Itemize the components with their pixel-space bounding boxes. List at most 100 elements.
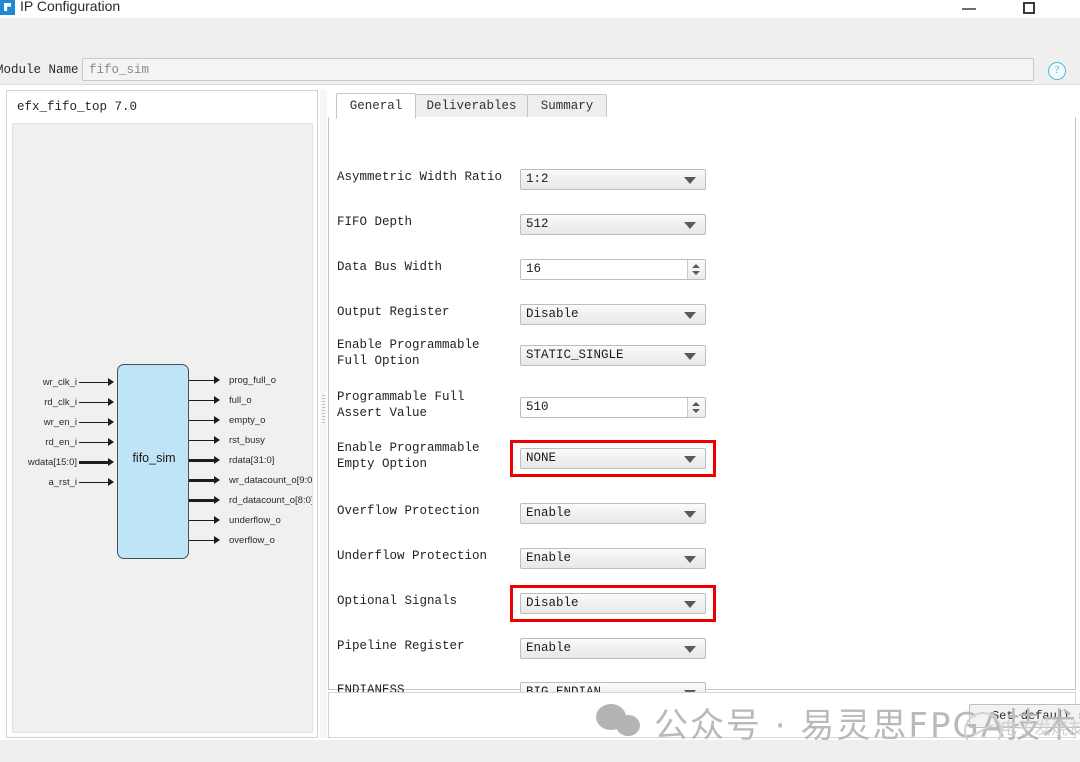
help-icon[interactable]: ? (1048, 62, 1066, 80)
input-port-label: wr_clk_i (42, 377, 77, 388)
field-label: Optional Signals (337, 594, 458, 608)
chevron-down-icon[interactable] (684, 177, 696, 184)
fifo-block-label: fifo_sim (132, 451, 176, 465)
output-port-label: prog_full_o (229, 375, 277, 386)
form-row: Programmable Full Assert Value 510 (329, 390, 1077, 421)
chevron-down-icon[interactable] (684, 556, 696, 563)
dropdown-field[interactable]: 512 (520, 214, 706, 235)
fifo-block-shape: fifo_sim (117, 364, 189, 559)
tab-summary[interactable]: Summary (527, 94, 607, 118)
field-value: Enable (526, 641, 572, 655)
chevron-down-icon[interactable] (684, 312, 696, 319)
field-value: 1:2 (526, 172, 549, 186)
output-port: prog_full_o (189, 374, 312, 388)
field-label: Enable Programmable Full Option (337, 338, 480, 368)
tab-strip: General Deliverables Summary (328, 90, 1076, 119)
output-port-label: overflow_o (229, 535, 275, 546)
output-port: full_o (189, 394, 312, 408)
field-label: Data Bus Width (337, 260, 443, 274)
output-port-label: wr_datacount_o[9:0] (229, 475, 313, 486)
dropdown-field[interactable]: NONE (520, 448, 706, 469)
field-value: 510 (526, 400, 549, 414)
output-port-label: full_o (229, 395, 252, 406)
block-diagram: fifo_sim wr_clk_i rd_clk_i wr_en_i rd_en_iw… (12, 123, 313, 733)
chevron-down-icon[interactable] (684, 601, 696, 608)
input-port-label: wr_en_i (43, 417, 77, 428)
chevron-down-icon[interactable] (684, 456, 696, 463)
output-port: empty_o (189, 414, 312, 428)
set-default-settings-button[interactable]: Set default settings (969, 704, 1080, 728)
form-row: Enable Programmable Empty Option NONE (329, 440, 1077, 477)
field-value: NONE (526, 451, 557, 465)
dropdown-field[interactable]: Disable (520, 304, 706, 325)
input-port-label: rd_en_i (45, 437, 77, 448)
spinner-field[interactable]: 16 (520, 259, 706, 280)
ip-preview-panel: efx_fifo_top 7.0 fifo_sim wr_clk_i rd_clk… (6, 90, 318, 738)
output-port-label: rst_busy (229, 435, 265, 446)
dropdown-field[interactable]: Enable (520, 548, 706, 569)
output-port-label: rd_datacount_o[8:0] (229, 495, 313, 506)
module-name-label: Module Name (0, 63, 79, 77)
output-port: overflow_o (189, 534, 312, 548)
chevron-down-icon[interactable] (684, 353, 696, 360)
field-value: STATIC_SINGLE (526, 348, 624, 362)
input-port: wr_en_i (13, 416, 117, 430)
spinner-up-icon[interactable] (692, 402, 700, 406)
field-label: Enable Programmable Empty Option (337, 441, 480, 471)
field-label: FIFO Depth (337, 215, 413, 229)
ip-config-icon (0, 0, 15, 15)
form-row: Underflow Protection Enable (329, 548, 1077, 572)
spinner-buttons[interactable] (687, 260, 705, 279)
form-row: Output Register Disable (329, 304, 1077, 328)
dropdown-field[interactable]: Enable (520, 503, 706, 524)
field-value: 512 (526, 217, 549, 231)
input-port: a_rst_i (13, 476, 117, 490)
input-port-label: rd_clk_i (44, 397, 77, 408)
field-value: 16 (526, 262, 542, 276)
chevron-down-icon[interactable] (684, 511, 696, 518)
field-label: Pipeline Register (337, 639, 465, 653)
chevron-down-icon[interactable] (684, 222, 696, 229)
form-row: Pipeline Register Enable (329, 638, 1077, 662)
form-row: Optional Signals Disable (329, 585, 1077, 622)
output-port: rd_datacount_o[8:0] (189, 494, 313, 508)
dropdown-field[interactable]: 1:2 (520, 169, 706, 190)
module-name-input[interactable] (82, 58, 1034, 81)
field-value: Enable (526, 506, 572, 520)
spinner-up-icon[interactable] (692, 264, 700, 268)
field-label: Output Register (337, 305, 450, 319)
output-port: wr_datacount_o[9:0] (189, 474, 313, 488)
maximize-button[interactable] (1014, 0, 1044, 18)
input-port-label: a_rst_i (48, 477, 77, 488)
ip-core-title: efx_fifo_top 7.0 (17, 100, 138, 114)
chevron-down-icon[interactable] (684, 646, 696, 653)
minimize-button[interactable] (954, 0, 984, 18)
config-panel: General Deliverables Summary Asymmetric Wi… (328, 90, 1080, 738)
input-port-label: wdata[15:0] (27, 457, 77, 468)
input-port: rd_en_i (13, 436, 117, 450)
field-label: Underflow Protection (337, 549, 488, 563)
output-port: rst_busy (189, 434, 312, 448)
form-row: FIFO Depth 512 (329, 214, 1077, 238)
spinner-buttons[interactable] (687, 398, 705, 417)
dropdown-field[interactable]: STATIC_SINGLE (520, 345, 706, 366)
bottom-strip (0, 740, 1080, 762)
input-port: rd_clk_i (13, 396, 117, 410)
form-row: Data Bus Width 16 (329, 259, 1077, 283)
tab-deliverables[interactable]: Deliverables (415, 94, 528, 118)
field-value: Disable (526, 307, 579, 321)
dropdown-field[interactable]: Disable (520, 593, 706, 614)
dropdown-field[interactable]: Enable (520, 638, 706, 659)
field-value: Disable (526, 596, 579, 610)
tab-general[interactable]: General (336, 93, 416, 119)
spinner-down-icon[interactable] (692, 409, 700, 413)
panel-splitter[interactable] (320, 90, 327, 738)
input-port: wr_clk_i (13, 376, 117, 390)
output-port-label: rdata[31:0] (229, 455, 275, 466)
module-name-bar: Module Name ? (0, 18, 1080, 85)
spinner-down-icon[interactable] (692, 271, 700, 275)
output-port-label: empty_o (229, 415, 266, 426)
tab-panel-general: Asymmetric Width Ratio 1:2 FIFO Depth 512 Da… (328, 117, 1077, 703)
spinner-field[interactable]: 510 (520, 397, 706, 418)
window-title-bar: IP Configuration (0, 0, 1080, 18)
